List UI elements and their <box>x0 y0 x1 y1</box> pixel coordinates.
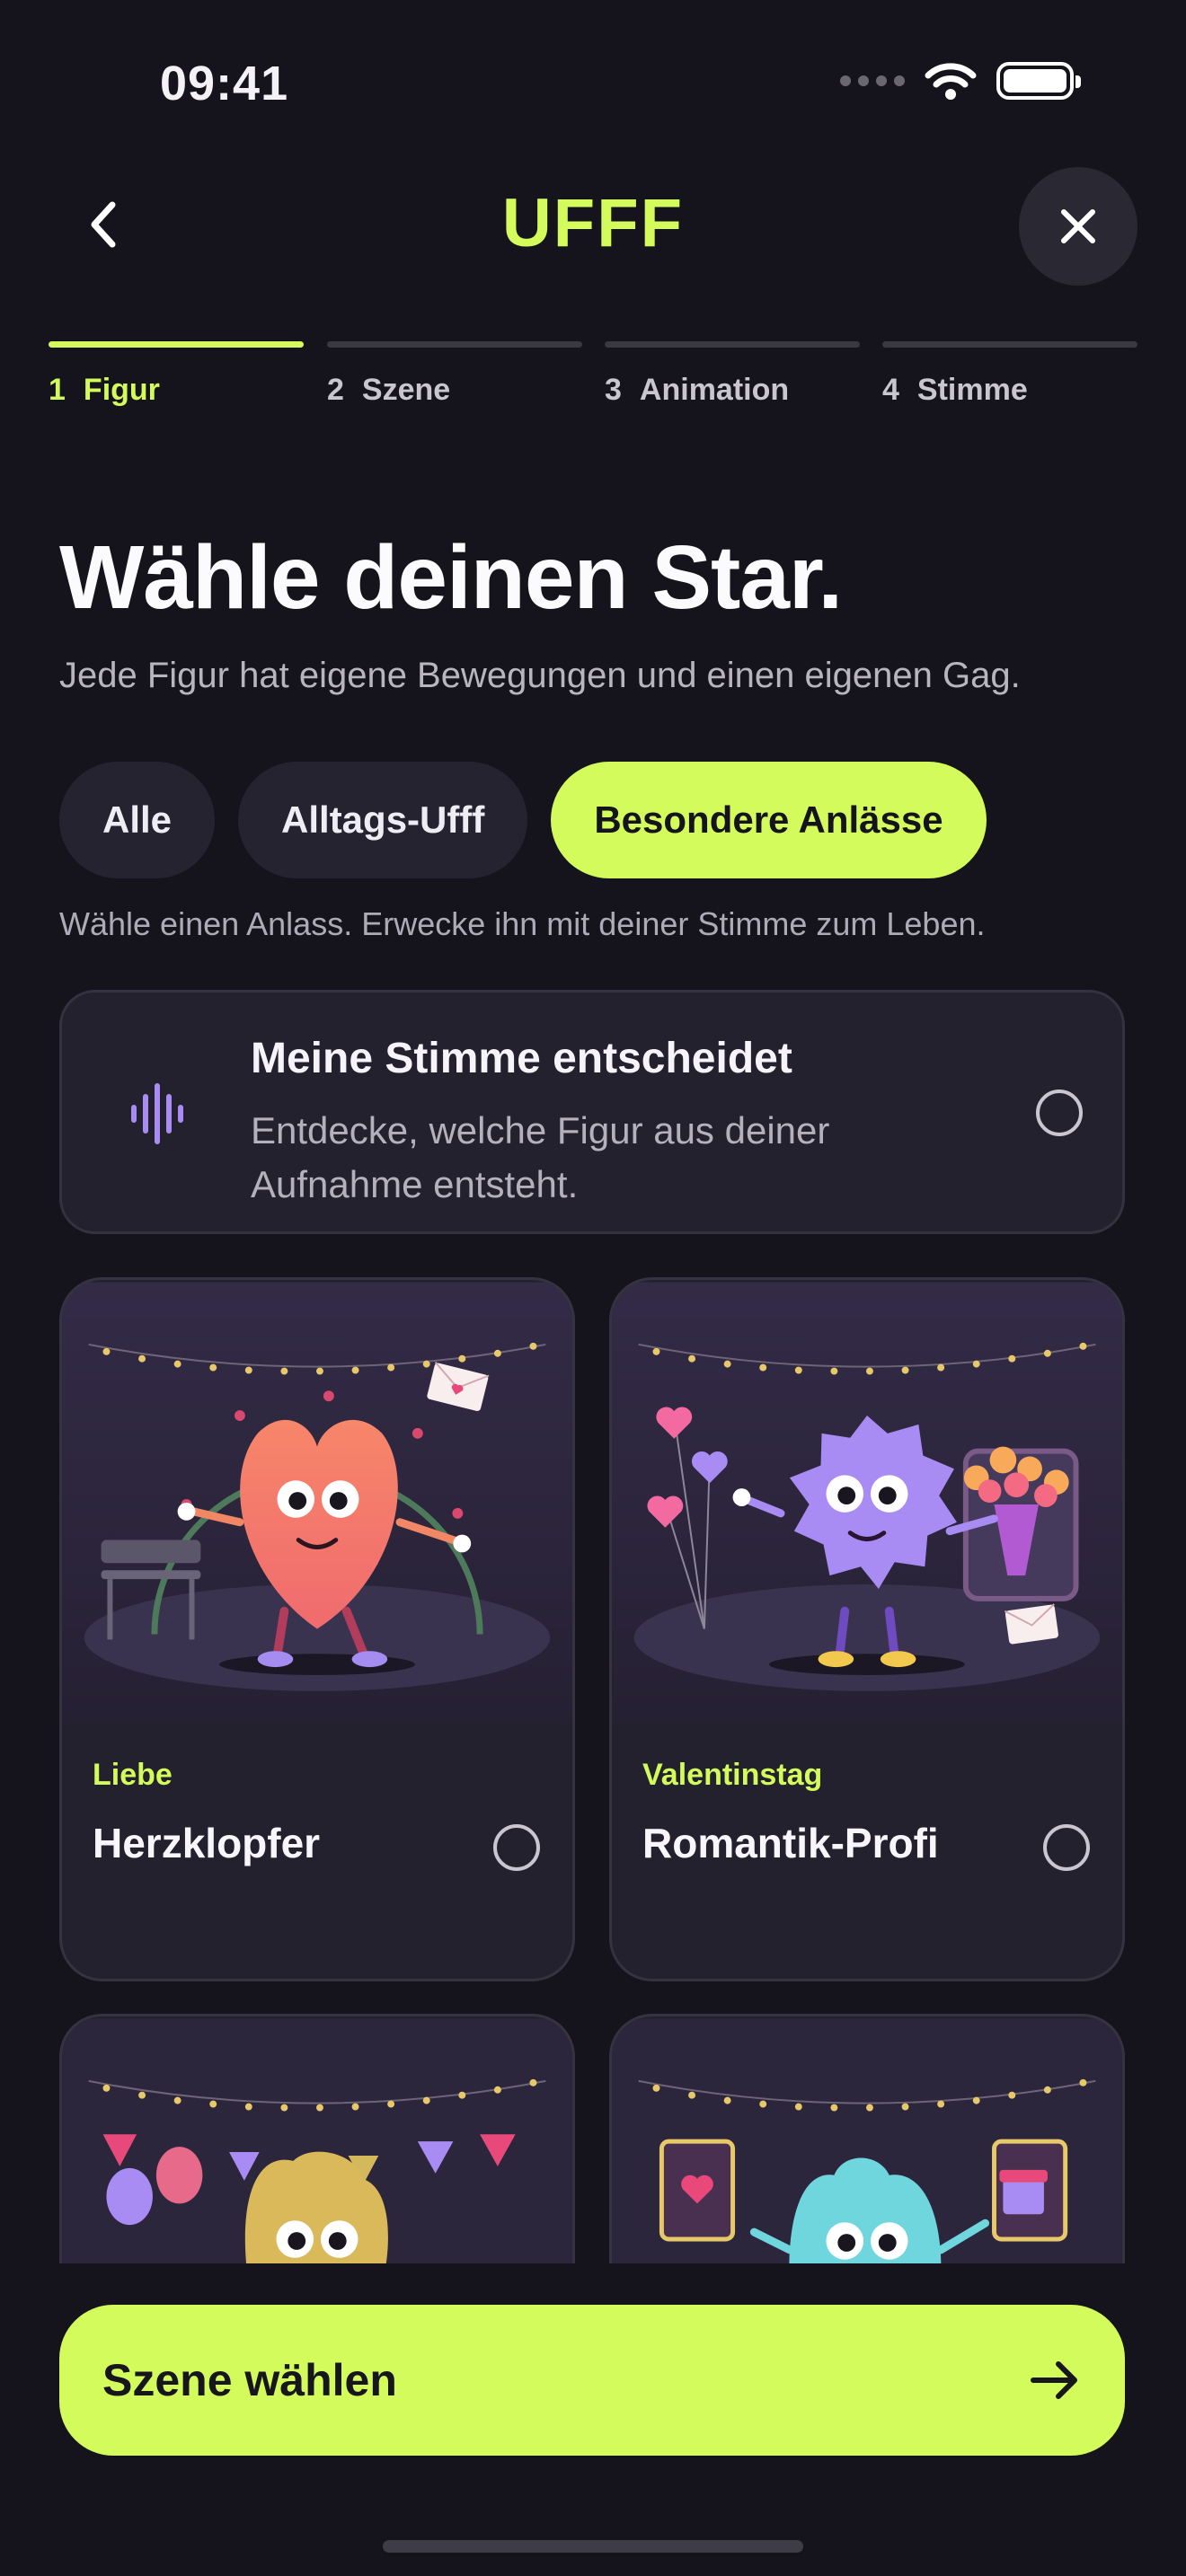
character-tag: Valentinstag <box>642 1758 823 1792</box>
step-number: 2 <box>327 373 344 407</box>
voice-option-title: Meine Stimme entscheidet <box>251 1035 792 1082</box>
voice-option-radio[interactable] <box>1036 1090 1083 1136</box>
wifi-icon <box>925 63 977 100</box>
voice-option-card[interactable]: Meine Stimme entscheidet Entdecke, welch… <box>59 990 1125 1234</box>
step-progress-bar <box>49 341 304 348</box>
step-stimme[interactable]: 4 Stimme <box>882 341 1137 408</box>
character-illustration <box>612 1282 1122 1724</box>
character-illustration <box>62 1282 572 1724</box>
status-time: 09:41 <box>160 57 289 110</box>
voice-option-description: Entdecke, welche Figur aus deiner Aufnah… <box>251 1109 830 1205</box>
step-animation[interactable]: 3 Animation <box>605 341 860 408</box>
cellular-signal-icon <box>840 75 905 86</box>
home-indicator[interactable] <box>383 2540 803 2553</box>
character-card-romantik-profi[interactable]: Valentinstag Romantik-Profi <box>609 1277 1125 1981</box>
chip-alle[interactable]: Alle <box>59 762 216 878</box>
waveform-icon <box>131 1083 183 1144</box>
app-logo: UFFF <box>501 185 685 261</box>
step-label: Figur <box>83 373 160 407</box>
step-number: 4 <box>882 373 899 407</box>
step-label: Szene <box>361 373 451 407</box>
close-button[interactable] <box>1019 167 1137 286</box>
cta-label: Szene wählen <box>102 2355 397 2405</box>
page-title: Wähle deinen Star. <box>59 527 843 628</box>
step-label: Stimme <box>916 373 1028 407</box>
filter-chips: Alle Alltags-Ufff Besondere Anlässe <box>59 762 987 878</box>
character-radio[interactable] <box>1043 1824 1090 1871</box>
filter-hint: Wähle einen Anlass. Erwecke ihn mit dein… <box>59 905 986 942</box>
close-icon <box>1061 209 1095 243</box>
choose-scene-button[interactable]: Szene wählen <box>59 2305 1125 2456</box>
chip-besondere-anlaesse[interactable]: Besondere Anlässe <box>551 762 987 878</box>
battery-icon <box>996 62 1081 100</box>
character-name: Herzklopfer <box>93 1820 321 1866</box>
character-radio[interactable] <box>493 1824 540 1871</box>
step-progress-bar <box>327 341 582 348</box>
character-tag: Liebe <box>93 1758 173 1792</box>
status-icons <box>840 61 1081 101</box>
step-number: 3 <box>605 373 622 407</box>
step-label: Animation <box>639 373 790 407</box>
character-card-herzklopfer[interactable]: Liebe Herzklopfer <box>59 1277 575 1981</box>
step-progress-bar <box>605 341 860 348</box>
arrow-right-icon <box>1031 2361 1077 2399</box>
step-progress-bar <box>882 341 1137 348</box>
step-szene[interactable]: 2 Szene <box>327 341 582 408</box>
page-subtitle: Jede Figur hat eigene Bewegungen und ein… <box>59 656 1021 695</box>
step-number: 1 <box>49 373 66 407</box>
character-name: Romantik-Profi <box>642 1820 939 1866</box>
step-figur[interactable]: 1 Figur <box>49 341 304 408</box>
chip-alltags-ufff[interactable]: Alltags-Ufff <box>238 762 528 878</box>
